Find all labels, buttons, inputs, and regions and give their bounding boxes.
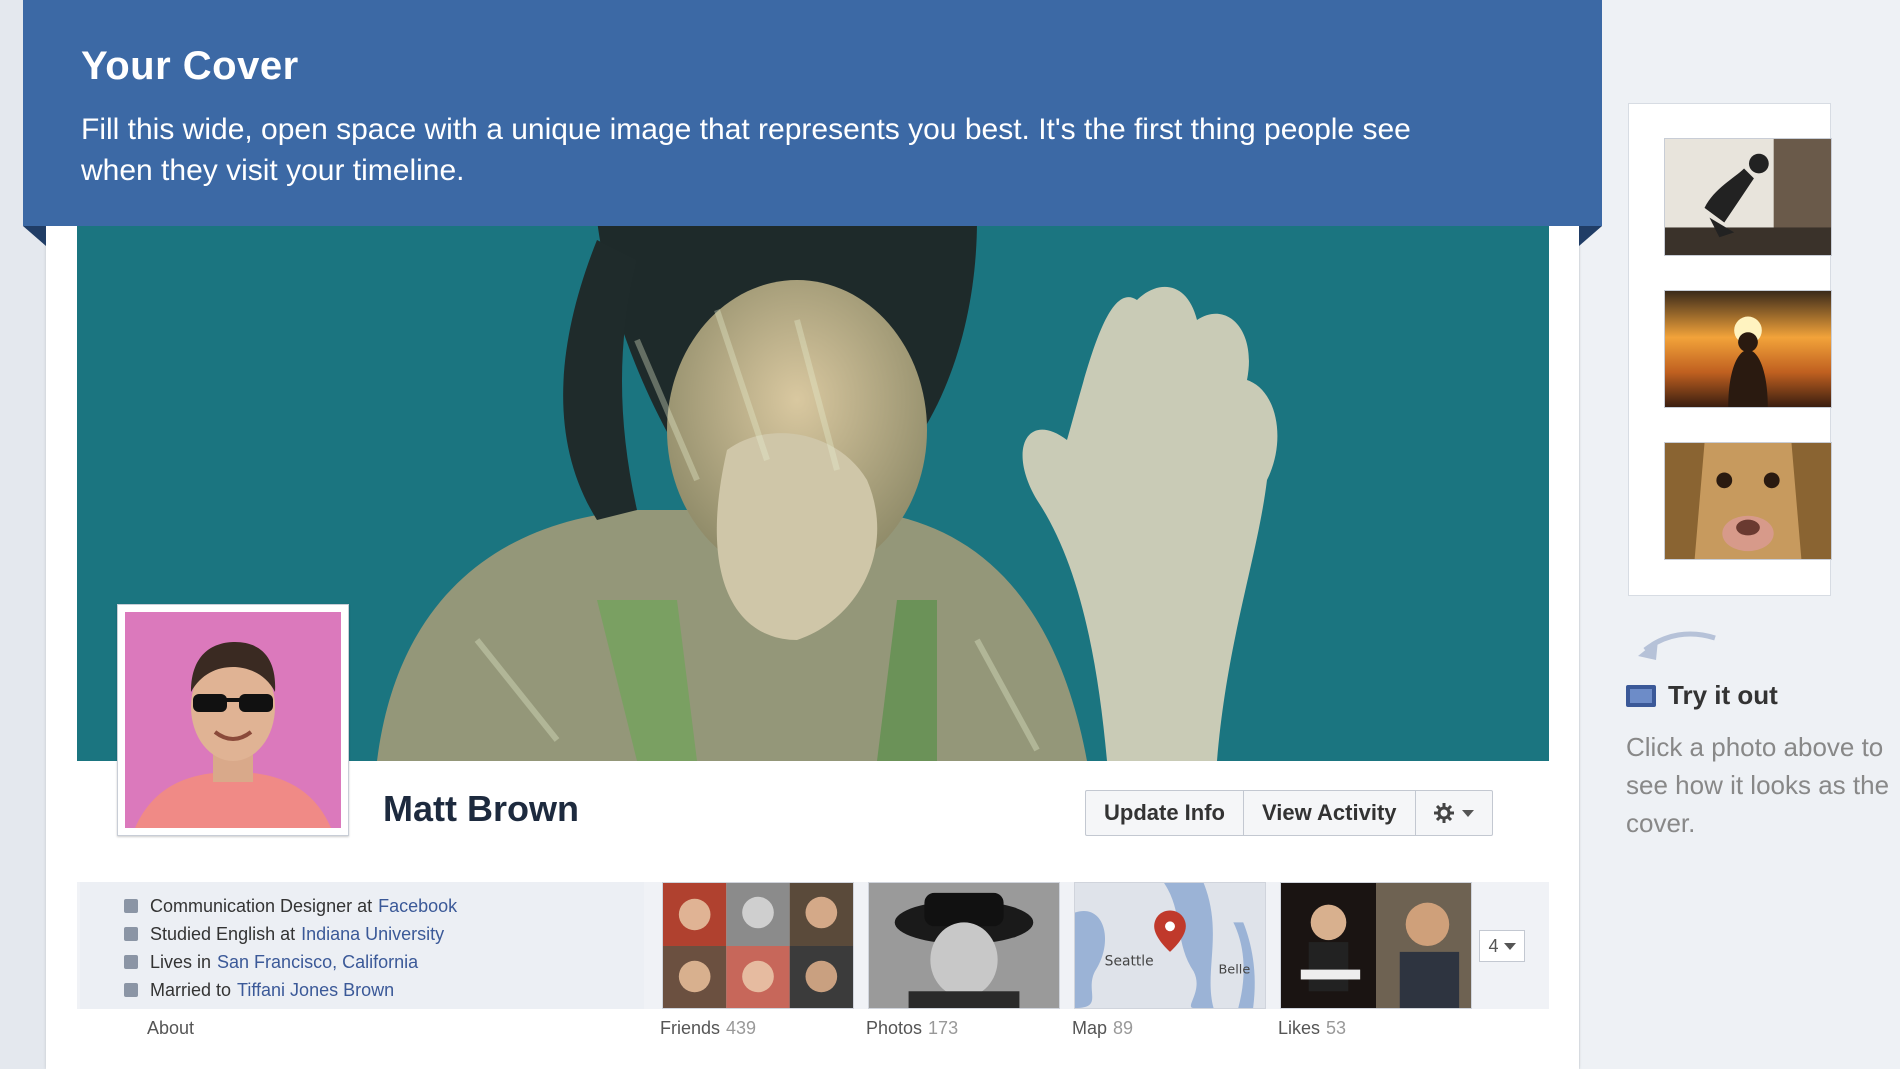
likes-preview-image (1281, 883, 1471, 1008)
map-city-bellevue: Belle (1218, 963, 1250, 978)
banner-fold-left (23, 226, 46, 246)
profile-picture[interactable] (117, 604, 349, 836)
tab-photos[interactable]: Photos 173 (866, 1018, 958, 1039)
profile-action-bar: Update Info View Activity (1085, 790, 1493, 836)
profile-picture-image (125, 612, 341, 828)
about-relationship-prefix: Married to (150, 979, 232, 1000)
about-line-work: Communication Designer at Facebook (124, 892, 644, 920)
home-icon (124, 955, 138, 969)
about-location-prefix: Lives in (150, 951, 212, 972)
tab-friends-count: 439 (726, 1018, 757, 1038)
banner-title: Your Cover (81, 44, 299, 88)
friends-collage-image (663, 883, 853, 1008)
tab-map-label: Map (1072, 1018, 1108, 1038)
friends-tile[interactable] (662, 882, 854, 1009)
try-it-out-heading: Try it out (1626, 680, 1778, 711)
chevron-down-icon (1503, 942, 1516, 950)
about-location-link[interactable]: San Francisco, California (217, 952, 418, 973)
cover-option-3[interactable] (1664, 442, 1832, 560)
likes-tile[interactable] (1280, 882, 1472, 1009)
cover-option-3-image (1665, 443, 1831, 559)
tab-photos-label: Photos (866, 1018, 923, 1038)
tab-likes[interactable]: Likes 53 (1278, 1018, 1346, 1039)
cover-photo-picker (1628, 103, 1832, 596)
cover-option-2-image (1665, 291, 1831, 407)
about-education-link[interactable]: Indiana University (301, 924, 444, 945)
about-box[interactable]: Communication Designer at Facebook Studi… (80, 882, 644, 1009)
about-line-education: Studied English at Indiana University (124, 920, 644, 948)
more-tiles-count: 4 (1488, 935, 1499, 956)
cover-option-2[interactable] (1664, 290, 1832, 408)
tab-map[interactable]: Map 89 (1072, 1018, 1133, 1039)
tab-likes-label: Likes (1278, 1018, 1321, 1038)
cover-tooltip-banner: Your Cover Fill this wide, open space wi… (23, 0, 1602, 226)
banner-description: Fill this wide, open space with a unique… (81, 113, 1411, 187)
about-work-link[interactable]: Facebook (378, 896, 457, 917)
update-info-button[interactable]: Update Info (1086, 791, 1244, 835)
gear-icon (1433, 803, 1454, 823)
about-line-location: Lives in San Francisco, California (124, 948, 644, 976)
banner-fold-right (1579, 226, 1602, 246)
about-line-relationship: Married to Tiffani Jones Brown (124, 976, 644, 1004)
map-tile[interactable]: Seattle Belle (1074, 882, 1266, 1009)
tab-friends-label: Friends (660, 1018, 721, 1038)
profile-name[interactable]: Matt Brown (383, 788, 579, 830)
briefcase-icon (124, 899, 138, 913)
heart-icon (124, 983, 138, 997)
tab-likes-count: 53 (1326, 1018, 1347, 1038)
cover-option-1[interactable] (1664, 138, 1832, 256)
photo-icon (1626, 684, 1656, 707)
settings-dropdown-button[interactable] (1416, 791, 1492, 835)
tab-friends[interactable]: Friends 439 (660, 1018, 756, 1039)
try-it-out-description: Click a photo above to see how it looks … (1626, 732, 1890, 838)
tab-about[interactable]: About (147, 1018, 194, 1039)
map-city-seattle: Seattle (1105, 954, 1154, 970)
tab-photos-count: 173 (928, 1018, 959, 1038)
about-relationship-link[interactable]: Tiffani Jones Brown (237, 980, 394, 1001)
photos-tile[interactable] (868, 882, 1060, 1009)
photos-preview-image (869, 883, 1059, 1008)
more-tiles-button[interactable]: 4 (1479, 930, 1525, 962)
view-activity-button[interactable]: View Activity (1244, 791, 1416, 835)
map-preview-image: Seattle Belle (1075, 883, 1265, 1008)
about-work-prefix: Communication Designer at (150, 895, 373, 916)
graduation-cap-icon (124, 927, 138, 941)
cover-option-1-image (1665, 139, 1831, 255)
try-it-out-label: Try it out (1668, 680, 1778, 710)
tab-map-count: 89 (1113, 1018, 1134, 1038)
arrow-left-icon (1638, 631, 1716, 660)
chevron-down-icon (1461, 809, 1474, 817)
about-education-prefix: Studied English at (150, 923, 296, 944)
